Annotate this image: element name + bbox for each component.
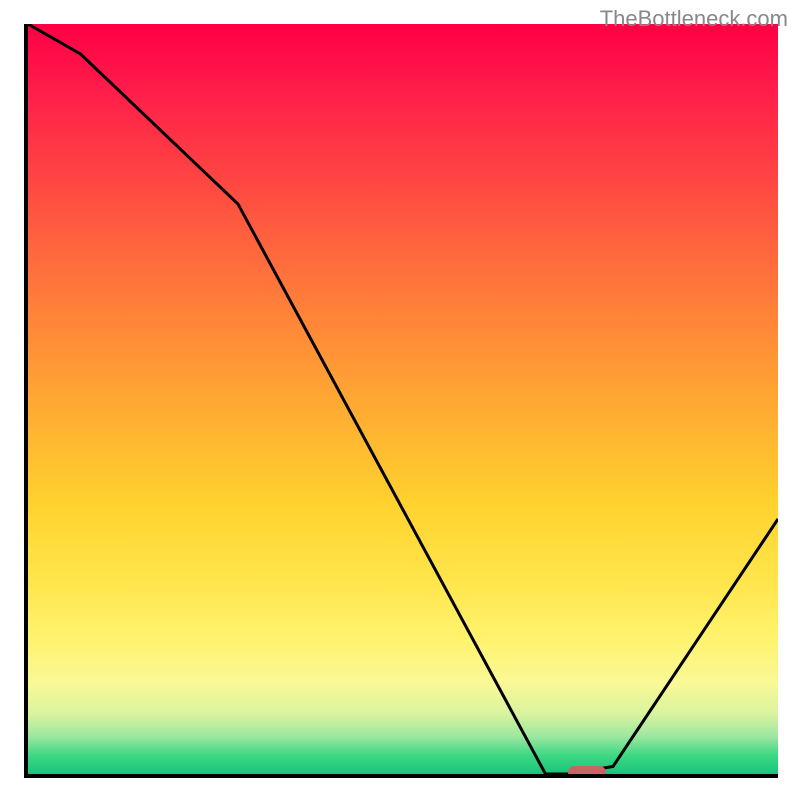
chart-plot-area [24,24,778,778]
chart-curve [28,24,778,774]
chart-container: TheBottleneck.com [0,0,800,800]
watermark-text: TheBottleneck.com [600,6,788,32]
marker-pill [568,766,606,778]
